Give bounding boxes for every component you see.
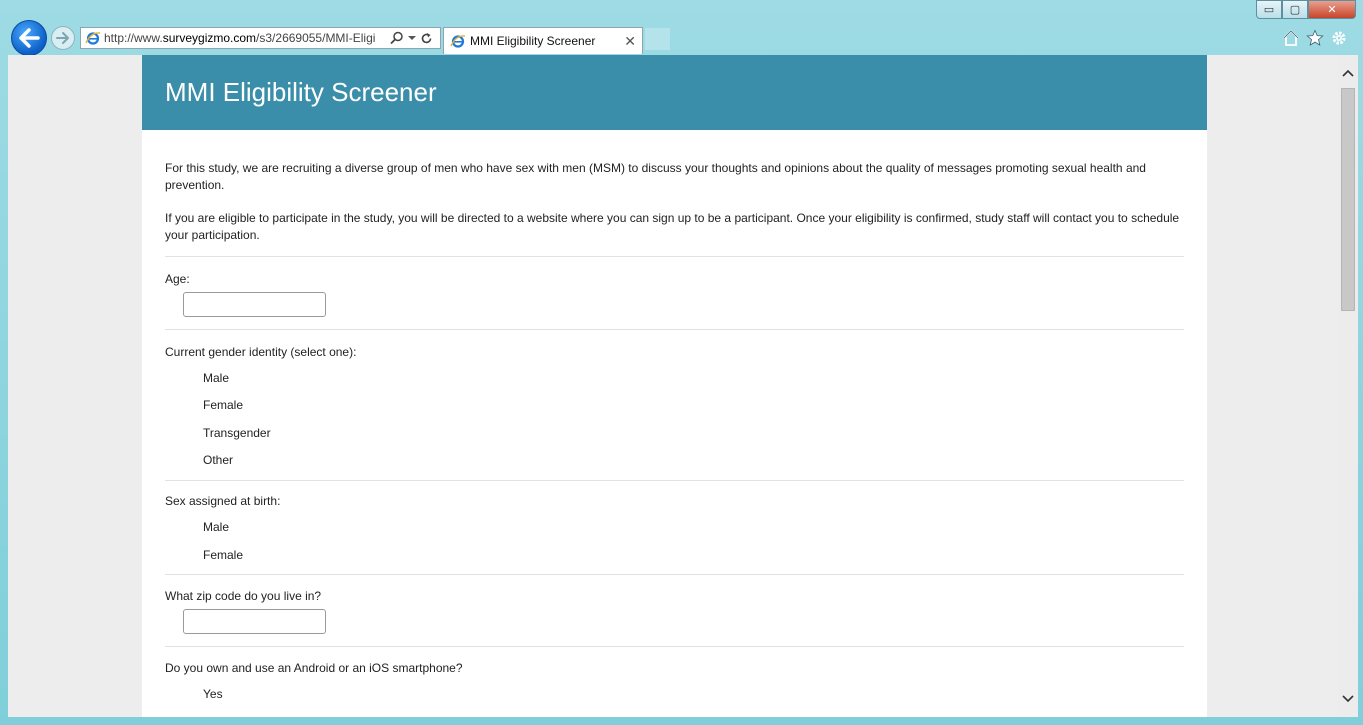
tab-close-icon[interactable]: ✕ bbox=[624, 33, 636, 50]
divider bbox=[165, 329, 1184, 330]
maximize-button[interactable]: ▢ bbox=[1282, 0, 1308, 19]
gender-option-male[interactable]: Male bbox=[203, 371, 1184, 385]
gender-option-other[interactable]: Other bbox=[203, 453, 1184, 467]
question-zip-label: What zip code do you live in? bbox=[165, 589, 322, 603]
age-input[interactable] bbox=[183, 292, 326, 317]
sex-option-female[interactable]: Female bbox=[203, 548, 1184, 562]
page-viewport: MMI Eligibility Screener For this study,… bbox=[8, 55, 1358, 717]
survey-container: MMI Eligibility Screener For this study,… bbox=[142, 55, 1207, 717]
close-window-button[interactable]: ✕ bbox=[1308, 0, 1356, 19]
intro-paragraph: For this study, we are recruiting a dive… bbox=[165, 161, 1146, 192]
gender-option-female[interactable]: Female bbox=[203, 398, 1184, 412]
vertical-scrollbar[interactable] bbox=[1338, 55, 1358, 717]
tab-label: MMI Eligibility Screener bbox=[470, 34, 596, 48]
question-smartphone-label: Do you own and use an Android or an iOS … bbox=[165, 661, 463, 675]
sex-option-male[interactable]: Male bbox=[203, 520, 1184, 534]
url-prefix: http://www. bbox=[104, 31, 163, 45]
scroll-down-icon[interactable] bbox=[1338, 689, 1358, 709]
settings-gear-icon[interactable] bbox=[1330, 29, 1348, 47]
back-button[interactable] bbox=[11, 20, 47, 56]
search-icon[interactable] bbox=[390, 31, 404, 45]
divider bbox=[165, 574, 1184, 575]
refresh-icon[interactable] bbox=[420, 32, 433, 45]
scrollbar-thumb[interactable] bbox=[1341, 88, 1355, 311]
url-text: http://www.surveygizmo.com/s3/2669055/MM… bbox=[104, 31, 386, 45]
window-controls: ▭ ▢ ✕ bbox=[1256, 0, 1356, 19]
scroll-up-icon[interactable] bbox=[1338, 63, 1358, 83]
url-path: /s3/2669055/MMI-Eligi bbox=[256, 31, 376, 45]
toolbar-icons bbox=[1282, 29, 1348, 47]
dropdown-arrow-icon[interactable] bbox=[408, 34, 416, 42]
divider bbox=[165, 480, 1184, 481]
question-gender-label: Current gender identity (select one): bbox=[165, 345, 357, 359]
new-tab-button[interactable] bbox=[645, 28, 670, 50]
favorites-star-icon[interactable] bbox=[1306, 29, 1324, 47]
ie-tab-icon bbox=[450, 35, 466, 48]
survey-body: For this study, we are recruiting a dive… bbox=[142, 130, 1207, 701]
home-icon[interactable] bbox=[1282, 29, 1300, 47]
address-bar[interactable]: http://www.surveygizmo.com/s3/2669055/MM… bbox=[80, 27, 441, 49]
intro-text: For this study, we are recruiting a dive… bbox=[165, 130, 1184, 244]
browser-chrome: http://www.surveygizmo.com/s3/2669055/MM… bbox=[0, 0, 1363, 56]
divider bbox=[165, 256, 1184, 257]
tab-mmi-eligibility-screener[interactable]: MMI Eligibility Screener ✕ bbox=[443, 27, 643, 54]
divider bbox=[165, 646, 1184, 647]
ie-page-icon bbox=[85, 32, 101, 45]
page-title: MMI Eligibility Screener bbox=[165, 77, 437, 107]
url-domain: surveygizmo.com bbox=[162, 31, 257, 45]
smartphone-option-yes[interactable]: Yes bbox=[203, 687, 1184, 701]
survey-header: MMI Eligibility Screener bbox=[142, 55, 1207, 130]
gender-option-transgender[interactable]: Transgender bbox=[203, 426, 1184, 440]
question-sex-label: Sex assigned at birth: bbox=[165, 494, 281, 508]
forward-arrow-icon bbox=[56, 32, 69, 44]
zip-input[interactable] bbox=[183, 609, 326, 634]
minimize-button[interactable]: ▭ bbox=[1256, 0, 1282, 19]
forward-button[interactable] bbox=[51, 26, 75, 50]
back-arrow-icon bbox=[19, 28, 40, 48]
intro-paragraph: If you are eligible to participate in th… bbox=[165, 211, 1180, 242]
question-age-label: Age: bbox=[165, 272, 190, 286]
